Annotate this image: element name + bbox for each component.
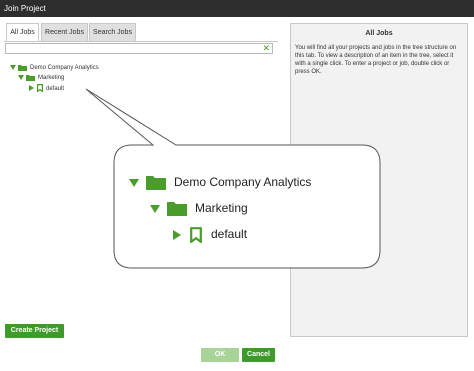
title-bar: Join Project — [0, 0, 474, 17]
search-input[interactable]: ✕ — [5, 43, 273, 54]
window-title: Join Project — [4, 4, 46, 13]
folder-icon — [26, 74, 35, 81]
create-project-button[interactable]: Create Project — [5, 324, 64, 338]
ok-button[interactable]: OK — [201, 348, 239, 362]
chevron-down-icon — [150, 204, 160, 213]
zoom-tree-item-marketing: Marketing — [150, 200, 248, 217]
tree-item-label: Demo Company Analytics — [30, 65, 99, 71]
tab-all-jobs[interactable]: All Jobs — [6, 23, 39, 41]
bookmark-icon — [190, 226, 202, 244]
folder-icon — [167, 202, 187, 217]
bookmark-icon — [37, 84, 43, 93]
tree-item-default[interactable]: default — [29, 84, 64, 94]
tree-item-label: default — [46, 86, 65, 92]
chevron-down-icon[interactable] — [18, 74, 24, 80]
tab-divider — [4, 41, 278, 42]
tree-item-demo-company-analytics[interactable]: Demo Company Analytics — [10, 63, 99, 73]
info-title: All Jobs — [365, 30, 393, 37]
clear-search-icon[interactable]: ✕ — [262, 43, 270, 54]
folder-icon — [18, 64, 27, 71]
tree-item-marketing[interactable]: Marketing — [18, 73, 64, 83]
zoom-tree-item-demo-company-analytics: Demo Company Analytics — [129, 174, 312, 191]
zoom-callout: Demo Company Analytics Marketing default — [114, 145, 380, 268]
tab-search-jobs[interactable]: Search Jobs — [89, 23, 136, 41]
tree-item-label: Marketing — [38, 75, 65, 81]
zoom-tree-item-label: Marketing — [195, 201, 248, 215]
zoom-tree-item-label: default — [211, 227, 248, 241]
zoom-tree-item-default: default — [173, 226, 248, 244]
chevron-right-icon — [173, 229, 181, 240]
zoom-tree-item-label: Demo Company Analytics — [174, 175, 312, 189]
info-description: You will find all your projects and jobs… — [295, 45, 457, 75]
folder-icon — [146, 176, 166, 191]
chevron-right-icon[interactable] — [29, 85, 34, 92]
chevron-down-icon[interactable] — [10, 64, 16, 70]
tab-recent-jobs[interactable]: Recent Jobs — [41, 23, 88, 41]
cancel-button[interactable]: Cancel — [242, 348, 275, 362]
chevron-down-icon — [129, 178, 139, 187]
